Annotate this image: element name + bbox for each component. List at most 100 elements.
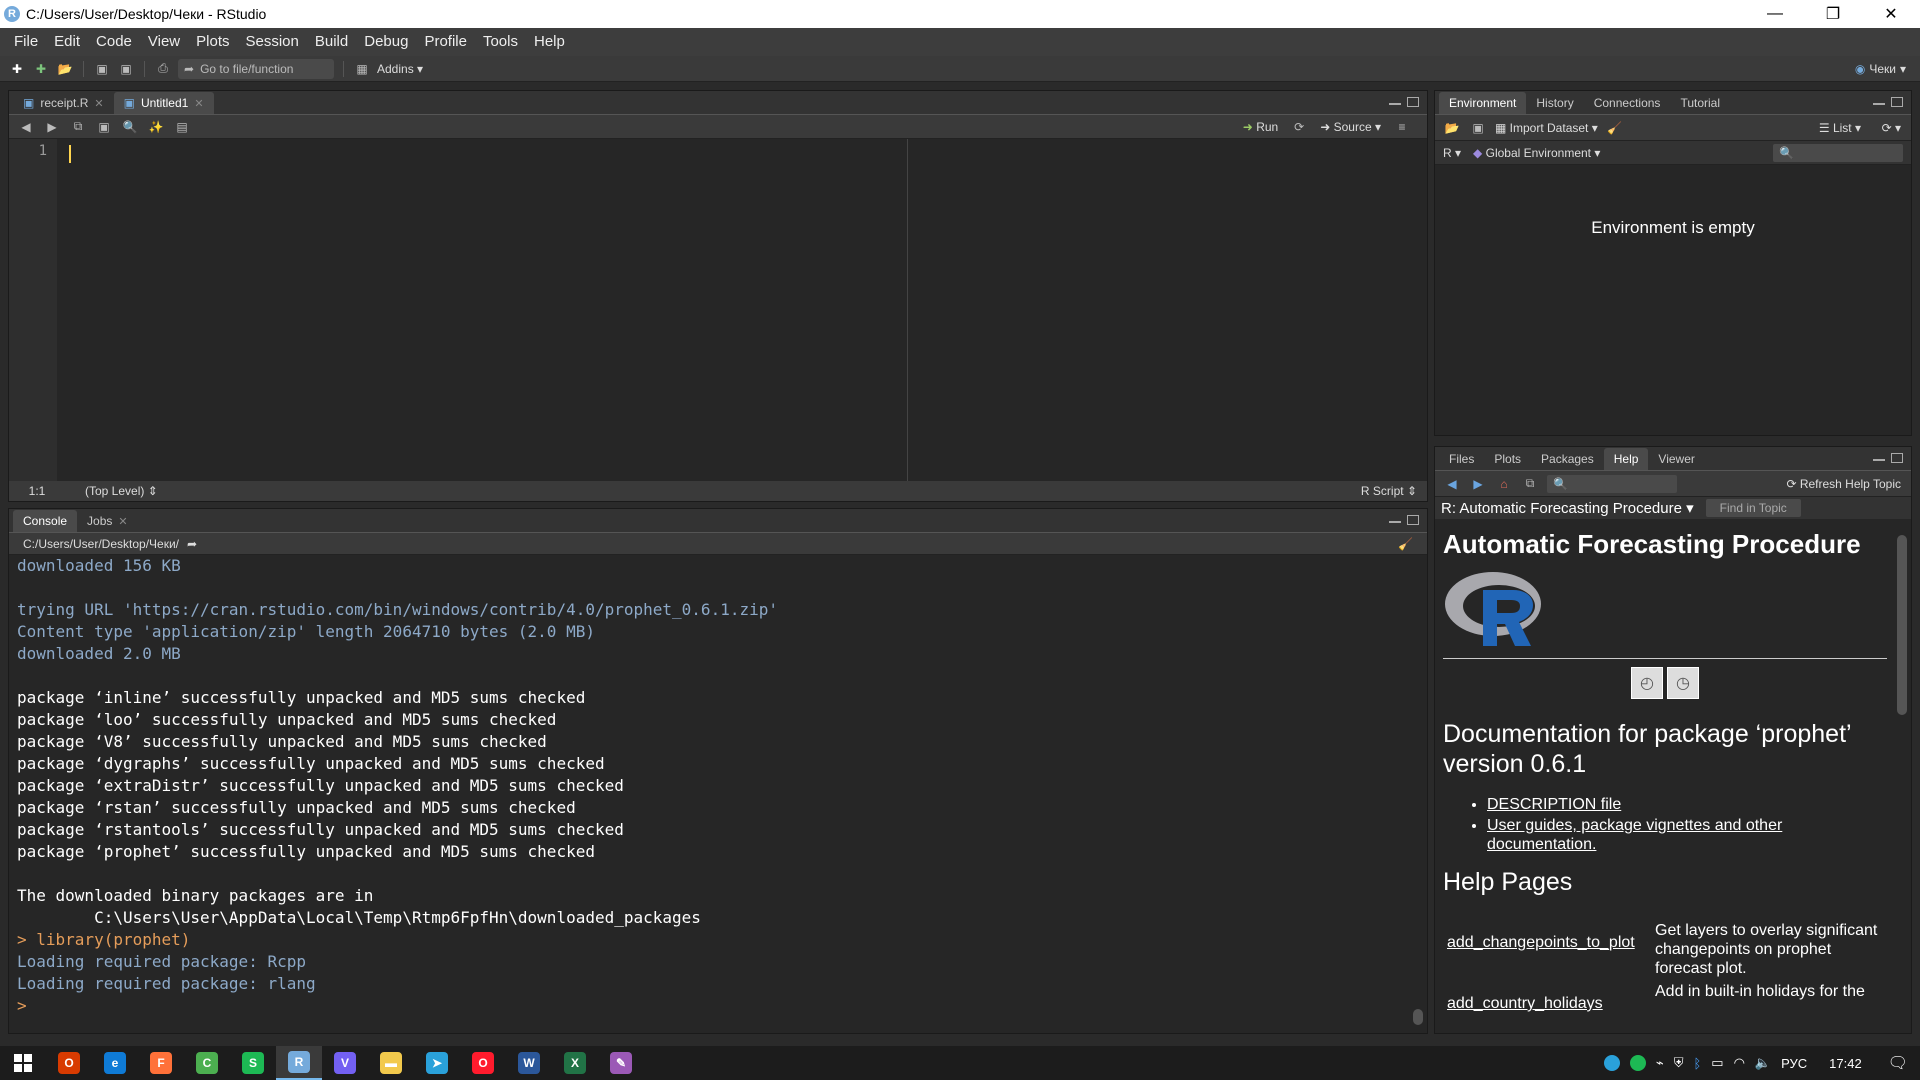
help-topic-selector[interactable]: R: Automatic Forecasting Procedure ▾ [1441, 499, 1694, 517]
menu-item-plots[interactable]: Plots [188, 28, 237, 56]
console-output[interactable]: downloaded 156 KB trying URL 'https://cra… [9, 555, 1411, 1033]
save-icon[interactable]: ▣ [93, 61, 111, 77]
save-icon[interactable]: ▣ [95, 119, 113, 135]
tab-plots[interactable]: Plots [1484, 448, 1531, 470]
maximize-pane-icon[interactable] [1891, 97, 1903, 107]
new-file-icon[interactable]: ✚ [8, 61, 26, 77]
wifi-icon[interactable]: ◠ [1734, 1055, 1745, 1071]
bluetooth-icon[interactable]: ᛒ [1693, 1056, 1701, 1071]
left-arrow-icon[interactable]: ◴ [1631, 667, 1663, 699]
language-selector[interactable]: R ▾ [1443, 146, 1461, 160]
refresh-help-button[interactable]: ⟳ Refresh Help Topic [1786, 477, 1901, 491]
network-tray-icon[interactable]: ⌁ [1656, 1055, 1664, 1071]
help-link[interactable]: User guides, package vignettes and other… [1487, 817, 1782, 853]
taskbar-app-explorer[interactable]: ▬ [368, 1046, 414, 1080]
help-function-link[interactable]: add_changepoints_to_plot [1447, 934, 1635, 951]
outline-icon[interactable]: ≡ [1393, 119, 1411, 135]
minimize-pane-icon[interactable] [1873, 453, 1885, 461]
menu-item-edit[interactable]: Edit [46, 28, 88, 56]
show-in-window-icon[interactable]: ⧉ [69, 119, 87, 135]
broom-icon[interactable]: 🧹 [1606, 120, 1624, 136]
home-icon[interactable]: ⌂ [1495, 476, 1513, 492]
tab-jobs[interactable]: Jobs ✕ [77, 510, 138, 532]
input-language[interactable]: РУС [1781, 1056, 1807, 1071]
menu-item-tools[interactable]: Tools [475, 28, 526, 56]
clear-console-icon[interactable]: 🧹 [1398, 537, 1413, 551]
goto-file-input[interactable]: ➦ Go to file/function [178, 58, 334, 79]
file-type-selector[interactable]: R Script ⇕ [1361, 484, 1417, 498]
close-tab-icon[interactable]: ✕ [94, 97, 103, 110]
taskbar-app-chrome[interactable]: C [184, 1046, 230, 1080]
help-scrollbar[interactable] [1897, 535, 1907, 715]
refresh-icon[interactable]: ⟳ ▾ [1882, 121, 1901, 135]
go-to-directory-icon[interactable]: ➦ [187, 537, 197, 551]
taskbar-app-spotify[interactable]: S [230, 1046, 276, 1080]
forward-arrow-icon[interactable]: ▶ [1469, 476, 1487, 492]
menu-item-build[interactable]: Build [307, 28, 356, 56]
minimize-pane-icon[interactable] [1873, 97, 1885, 105]
save-all-icon[interactable]: ▣ [117, 61, 135, 77]
maximize-pane-icon[interactable] [1407, 515, 1419, 525]
tab-environment[interactable]: Environment [1439, 92, 1527, 114]
menu-item-help[interactable]: Help [526, 28, 573, 56]
tab-files[interactable]: Files [1439, 448, 1484, 470]
environment-search-input[interactable]: 🔍 [1773, 143, 1903, 162]
taskbar-app-edge[interactable]: e [92, 1046, 138, 1080]
taskbar-app-excel[interactable]: X [552, 1046, 598, 1080]
taskbar-app-opera[interactable]: O [460, 1046, 506, 1080]
maximize-pane-icon[interactable] [1407, 97, 1419, 107]
volume-icon[interactable]: 🔈 [1755, 1055, 1771, 1071]
rerun-icon[interactable]: ⟳ [1290, 119, 1308, 135]
save-workspace-icon[interactable]: ▣ [1469, 120, 1487, 136]
source-button[interactable]: ➜ Source ▾ [1320, 120, 1381, 134]
menu-item-code[interactable]: Code [88, 28, 140, 56]
tab-help[interactable]: Help [1603, 448, 1649, 470]
new-project-icon[interactable]: ✚ [32, 61, 50, 77]
taskbar-app-firefox[interactable]: F [138, 1046, 184, 1080]
run-button[interactable]: ➜ Run [1243, 120, 1278, 134]
tab-packages[interactable]: Packages [1531, 448, 1604, 470]
taskbar-app-office[interactable]: O [46, 1046, 92, 1080]
global-environment-selector[interactable]: ◆ Global Environment ▾ [1473, 146, 1600, 160]
tab-untitled1[interactable]: ▣ Untitled1 ✕ [113, 92, 214, 114]
project-menu[interactable]: ◉ Чеки ▾ [1855, 62, 1906, 76]
clock[interactable]: 17:42 [1829, 1056, 1862, 1071]
close-tab-icon[interactable]: ✕ [194, 97, 203, 110]
menu-item-session[interactable]: Session [238, 28, 307, 56]
menu-item-profile[interactable]: Profile [416, 28, 475, 56]
back-arrow-icon[interactable]: ◀ [17, 119, 35, 135]
taskbar-app-paint[interactable]: ✎ [598, 1046, 644, 1080]
taskbar-app-viber[interactable]: V [322, 1046, 368, 1080]
back-arrow-icon[interactable]: ◀ [1443, 476, 1461, 492]
start-button[interactable] [0, 1046, 46, 1080]
menu-item-debug[interactable]: Debug [356, 28, 416, 56]
magic-wand-icon[interactable]: ✨ [147, 119, 165, 135]
menu-item-file[interactable]: File [6, 28, 46, 56]
close-tab-icon[interactable]: ✕ [118, 515, 127, 528]
console-scrollbar[interactable] [1413, 1009, 1423, 1025]
restore-button[interactable]: ❐ [1804, 0, 1862, 28]
taskbar-app-telegram[interactable]: ➤ [414, 1046, 460, 1080]
up-arrow-icon[interactable]: ◷ [1667, 667, 1699, 699]
tab-history[interactable]: History [1526, 92, 1583, 114]
battery-icon[interactable]: ▭ [1711, 1055, 1723, 1071]
minimize-pane-icon[interactable] [1389, 515, 1401, 523]
find-in-topic-input[interactable]: Find in Topic [1705, 499, 1801, 517]
spotify-tray-icon[interactable] [1629, 1055, 1646, 1071]
tab-tutorial[interactable]: Tutorial [1670, 92, 1730, 114]
open-file-icon[interactable]: 📂 [56, 61, 74, 77]
minimize-button[interactable]: — [1746, 0, 1804, 28]
taskbar-app-rstudio[interactable]: R [276, 1046, 322, 1080]
taskbar-app-word[interactable]: W [506, 1046, 552, 1080]
help-search-input[interactable]: 🔍 [1547, 474, 1677, 493]
scope-selector[interactable]: (Top Level) ⇕ [85, 484, 158, 498]
addins-menu[interactable]: Addins ▾ [377, 62, 423, 76]
list-view-button[interactable]: ☰ List ▾ [1819, 121, 1861, 135]
tab-connections[interactable]: Connections [1584, 92, 1671, 114]
help-function-link[interactable]: add_country_holidays [1447, 995, 1603, 1012]
notifications-icon[interactable]: 🗨 [1888, 1053, 1908, 1073]
print-icon[interactable]: ⎙ [154, 61, 172, 77]
maximize-pane-icon[interactable] [1891, 453, 1903, 463]
tab-viewer[interactable]: Viewer [1648, 448, 1704, 470]
telegram-tray-icon[interactable] [1603, 1055, 1620, 1071]
